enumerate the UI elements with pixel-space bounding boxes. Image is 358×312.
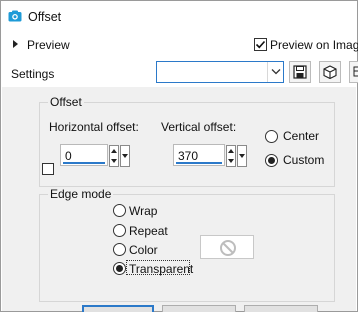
repeat-label[interactable]: Repeat <box>129 224 168 238</box>
dropdown-arrow-icon[interactable] <box>239 154 245 158</box>
color-radio[interactable] <box>113 243 126 256</box>
horizontal-offset-value: 0 <box>65 149 72 163</box>
edge-color-swatch[interactable] <box>200 235 254 259</box>
more-tools-button[interactable] <box>349 61 358 83</box>
input-focus-underline <box>63 162 105 164</box>
vertical-offset-spinner[interactable] <box>226 145 236 167</box>
preview-toggle[interactable]: Preview <box>27 38 70 52</box>
help-button[interactable] <box>244 305 318 312</box>
chevron-down-icon[interactable] <box>267 62 283 82</box>
camera-icon <box>8 10 22 22</box>
dropdown-arrow-icon[interactable] <box>122 154 128 158</box>
cube-icon <box>323 65 337 79</box>
color-label[interactable]: Color <box>129 243 158 257</box>
custom-radio[interactable] <box>265 154 278 167</box>
edge-mode-group-title: Edge mode <box>48 187 114 201</box>
grid-icon <box>353 66 358 77</box>
offset-group: Offset Horizontal offset: Vertical offse… <box>39 95 335 187</box>
spin-up-icon[interactable] <box>111 149 117 153</box>
link-offsets-checkbox[interactable] <box>42 163 54 175</box>
title-bar: Offset <box>1 1 357 31</box>
center-label[interactable]: Center <box>283 129 319 143</box>
horizontal-offset-label: Horizontal offset: <box>49 120 139 134</box>
preview-row: Preview Preview on Image <box>1 31 358 59</box>
preview-on-image-checkbox[interactable] <box>254 38 267 51</box>
expand-arrow-icon[interactable] <box>13 40 18 48</box>
spin-up-icon[interactable] <box>228 149 234 153</box>
save-icon <box>293 65 307 79</box>
vertical-offset-input[interactable]: 370 <box>173 144 225 166</box>
ok-button[interactable] <box>82 305 154 312</box>
custom-label[interactable]: Custom <box>283 153 324 167</box>
vertical-offset-label: Vertical offset: <box>161 120 237 134</box>
repeat-radio[interactable] <box>113 224 126 237</box>
no-entry-icon <box>220 240 236 256</box>
vertical-offset-value: 370 <box>178 149 199 163</box>
wrap-radio[interactable] <box>113 204 126 217</box>
transparent-radio[interactable] <box>113 262 126 275</box>
spin-down-icon[interactable] <box>111 159 117 163</box>
settings-label: Settings <box>11 67 55 81</box>
edge-mode-group: Edge mode Wrap Repeat Color Transparent <box>39 187 335 302</box>
focus-rectangle <box>126 260 190 275</box>
checkmark-icon <box>255 40 266 49</box>
vertical-offset-slider-button[interactable] <box>237 145 247 167</box>
cancel-button[interactable] <box>162 305 236 312</box>
offset-group-title: Offset <box>48 95 84 109</box>
horizontal-offset-slider-button[interactable] <box>120 145 130 167</box>
spin-down-icon[interactable] <box>228 159 234 163</box>
input-focus-underline <box>176 162 222 164</box>
wrap-label[interactable]: Wrap <box>129 204 157 218</box>
window-title: Offset <box>28 10 62 24</box>
dialog-content: Offset Horizontal offset: Vertical offse… <box>2 87 356 312</box>
preview-on-image-label[interactable]: Preview on Image <box>270 38 358 52</box>
settings-row: Settings <box>1 59 358 87</box>
save-preset-button[interactable] <box>289 61 311 83</box>
horizontal-offset-spinner[interactable] <box>109 145 119 167</box>
preset-library-button[interactable] <box>319 61 341 83</box>
offset-dialog: Offset Preview Preview on Image Settings <box>0 0 358 312</box>
settings-combo[interactable] <box>156 61 284 83</box>
horizontal-offset-input[interactable]: 0 <box>60 144 108 166</box>
center-radio[interactable] <box>265 130 278 143</box>
